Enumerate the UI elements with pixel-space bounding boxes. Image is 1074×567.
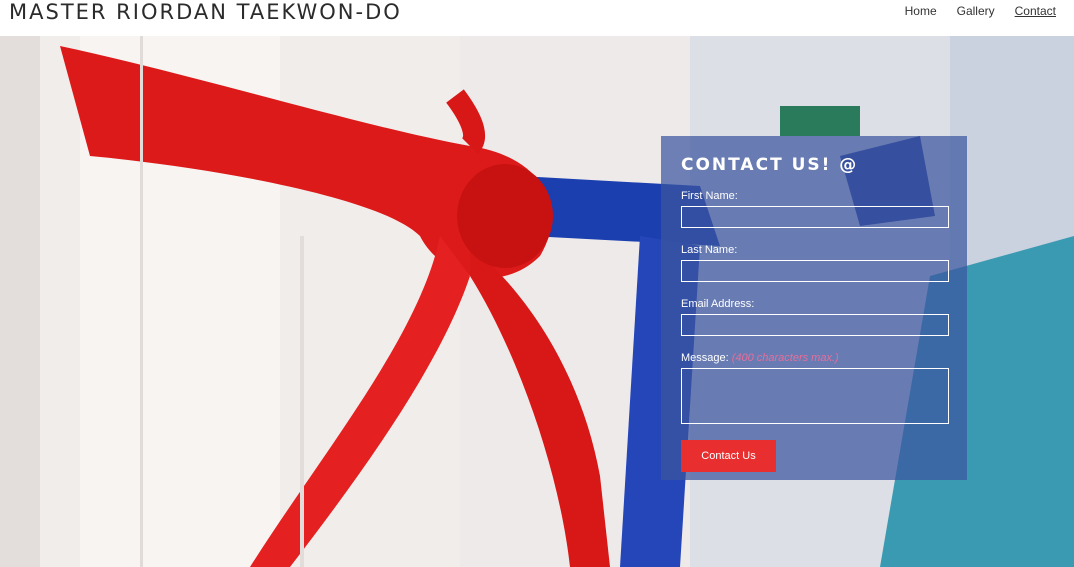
contact-form-panel: CONTACT US! @ First Name: Last Name: Ema… (661, 136, 967, 480)
main-nav: Home Gallery Contact (885, 3, 1056, 19)
message-label-text: Message: (681, 352, 729, 364)
last-name-label: Last Name: (681, 244, 738, 256)
last-name-input[interactable] (681, 260, 949, 282)
email-input[interactable] (681, 314, 949, 336)
contact-title: CONTACT US! @ (681, 155, 859, 175)
first-name-label: First Name: (681, 190, 738, 202)
email-label: Email Address: (681, 298, 755, 310)
first-name-input[interactable] (681, 206, 949, 228)
nav-gallery[interactable]: Gallery (957, 3, 995, 19)
contact-us-button[interactable]: Contact Us (681, 440, 776, 472)
nav-home[interactable]: Home (905, 3, 937, 19)
message-label: Message: (400 characters max.) (681, 351, 948, 365)
site-title[interactable]: MASTER RIORDAN TAEKWON-DO (9, 0, 402, 24)
message-hint: (400 characters max.) (731, 352, 839, 364)
message-textarea[interactable] (681, 368, 949, 424)
site-header: MASTER RIORDAN TAEKWON-DO Home Gallery C… (0, 0, 1074, 36)
nav-contact[interactable]: Contact (1015, 3, 1056, 19)
